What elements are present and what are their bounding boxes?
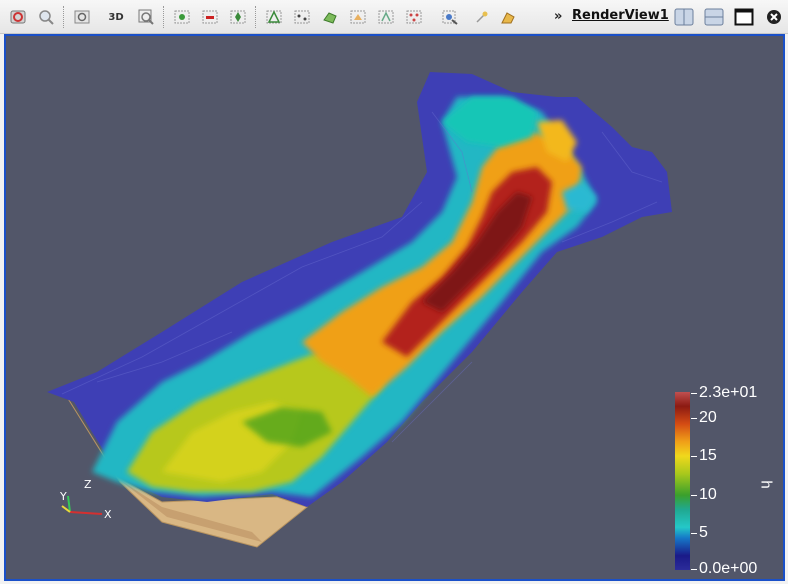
orientation-axes: Z Y X (59, 478, 112, 521)
colorbar-tick (691, 495, 697, 496)
axis-y-label: Y (59, 490, 67, 503)
colorbar-max-label: 2.3e+01 (699, 384, 758, 401)
clear-selection-icon[interactable] (498, 7, 518, 27)
split-horizontal-icon[interactable] (672, 6, 696, 28)
colorbar-min-label: 0.0e+00 (699, 560, 758, 577)
select-polygon-cells-icon[interactable] (292, 7, 312, 27)
colorbar-tick-label-10: 10 (699, 486, 717, 503)
interactive-select-points-icon[interactable] (376, 7, 396, 27)
interactive-select-cells-icon[interactable] (348, 7, 368, 27)
select-cells-through-icon[interactable] (228, 7, 248, 27)
render-view-toolbar: 3D » RenderView1 (0, 0, 788, 34)
colorbar-tick-label-5: 5 (699, 524, 708, 541)
render-view-title[interactable]: RenderView1 (572, 8, 669, 23)
select-cells-on-icon[interactable] (172, 7, 192, 27)
capture-screenshot-icon[interactable] (72, 7, 92, 27)
colorbar (675, 392, 690, 570)
axis-x-label: X (104, 508, 112, 521)
hover-cells-icon[interactable] (440, 7, 460, 27)
render-view-viewport[interactable]: Z Y X 2.3e+01 20 15 10 5 0.0e+00 h (4, 34, 785, 581)
grow-selection-icon[interactable] (472, 7, 492, 27)
colorbar-tick-label-15: 15 (699, 447, 717, 464)
toggle-3d-label: 3D (108, 11, 124, 23)
close-view-icon[interactable] (762, 6, 786, 28)
hover-points-icon[interactable] (404, 7, 424, 27)
axis-z-label: Z (84, 478, 92, 491)
split-vertical-icon[interactable] (702, 6, 726, 28)
colorbar-tick (691, 418, 697, 419)
maximize-icon[interactable] (732, 6, 756, 28)
colorbar-title: h (757, 480, 775, 489)
toggle-3d-button[interactable]: 3D (106, 7, 126, 27)
colorbar-tick (691, 533, 697, 534)
toolbar-separator (255, 6, 256, 28)
zoom-to-data-icon[interactable] (36, 7, 56, 27)
toolbar-overflow-icon[interactable]: » (554, 9, 562, 24)
reset-camera-icon[interactable] (8, 7, 28, 27)
select-polygon-points-icon[interactable] (320, 7, 340, 27)
colorbar-tick (691, 393, 697, 394)
toolbar-separator (63, 6, 64, 28)
colorbar-tick (691, 569, 697, 570)
toolbar-separator (163, 6, 164, 28)
zoom-to-box-icon[interactable] (136, 7, 156, 27)
select-points-through-icon[interactable] (264, 7, 284, 27)
select-points-on-icon[interactable] (200, 7, 220, 27)
colorbar-tick-label-20: 20 (699, 409, 717, 426)
colorbar-tick (691, 456, 697, 457)
